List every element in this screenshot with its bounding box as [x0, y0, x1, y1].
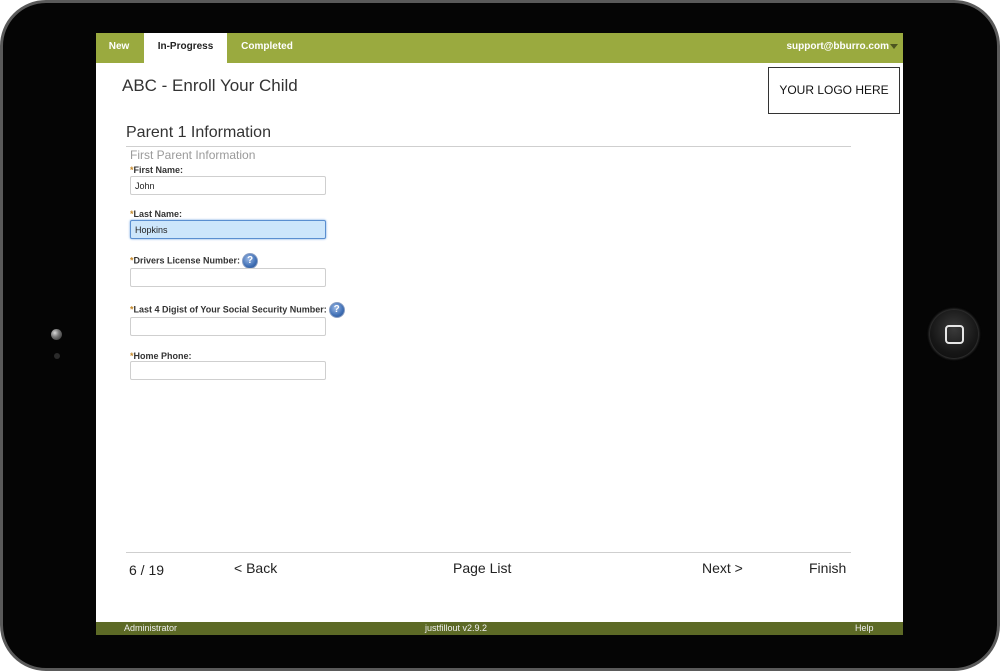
account-email: support@bburro.com	[786, 41, 889, 52]
app-title: ABC - Enroll Your Child	[122, 76, 298, 95]
finish-button[interactable]: Finish	[809, 560, 846, 576]
first-name-label-text: First Name:	[133, 165, 184, 175]
ssn-last4-input[interactable]	[130, 317, 326, 336]
first-name-input[interactable]	[130, 176, 326, 195]
back-button[interactable]: < Back	[234, 560, 277, 576]
app-screen: New In-Progress Completed support@bburro…	[96, 33, 903, 635]
app-version: justfillout v2.9.2	[425, 623, 488, 633]
page-list-button[interactable]: Page List	[453, 560, 511, 576]
home-button[interactable]	[929, 309, 979, 359]
status-bar: Administrator justfillout v2.9.2 Help	[96, 622, 903, 635]
home-phone-label: *Home Phone:	[130, 351, 192, 361]
account-menu[interactable]: support@bburro.com	[786, 33, 898, 63]
drivers-license-label-text: Drivers License Number:	[133, 255, 241, 266]
tab-in-progress[interactable]: In-Progress	[144, 33, 227, 63]
tablet-frame: New In-Progress Completed support@bburro…	[0, 0, 1000, 671]
section-divider	[126, 146, 851, 147]
sensor-dot	[54, 353, 60, 359]
last-name-label: *Last Name:	[130, 209, 182, 219]
last-name-label-text: Last Name:	[133, 209, 183, 219]
ssn-last4-label: *Last 4 Digist of Your Social Security N…	[130, 302, 345, 318]
home-phone-label-text: Home Phone:	[133, 351, 192, 361]
help-link[interactable]: Help	[855, 622, 874, 635]
pager-divider	[126, 552, 851, 553]
drivers-license-label: *Drivers License Number:?	[130, 253, 259, 269]
ssn-last4-label-text: Last 4 Digist of Your Social Security Nu…	[133, 304, 327, 315]
first-name-label: *First Name:	[130, 165, 183, 175]
top-nav-bar: New In-Progress Completed support@bburro…	[96, 33, 903, 63]
page-counter: 6 / 19	[129, 562, 165, 578]
user-role: Administrator	[124, 623, 178, 633]
tab-new[interactable]: New	[99, 33, 139, 63]
next-button[interactable]: Next >	[702, 560, 743, 576]
question-circle-icon[interactable]: ?	[242, 253, 259, 269]
last-name-input[interactable]	[130, 220, 326, 239]
section-title: Parent 1 Information	[126, 124, 271, 141]
home-square-icon	[945, 325, 964, 344]
caret-down-icon	[890, 43, 898, 49]
logo-placeholder: YOUR LOGO HERE	[768, 67, 900, 114]
tab-completed[interactable]: Completed	[232, 33, 302, 63]
camera-icon	[51, 329, 62, 340]
subsection-title: First Parent Information	[130, 148, 256, 162]
question-circle-icon[interactable]: ?	[328, 302, 345, 318]
home-phone-input[interactable]	[130, 361, 326, 380]
drivers-license-input[interactable]	[130, 268, 326, 287]
